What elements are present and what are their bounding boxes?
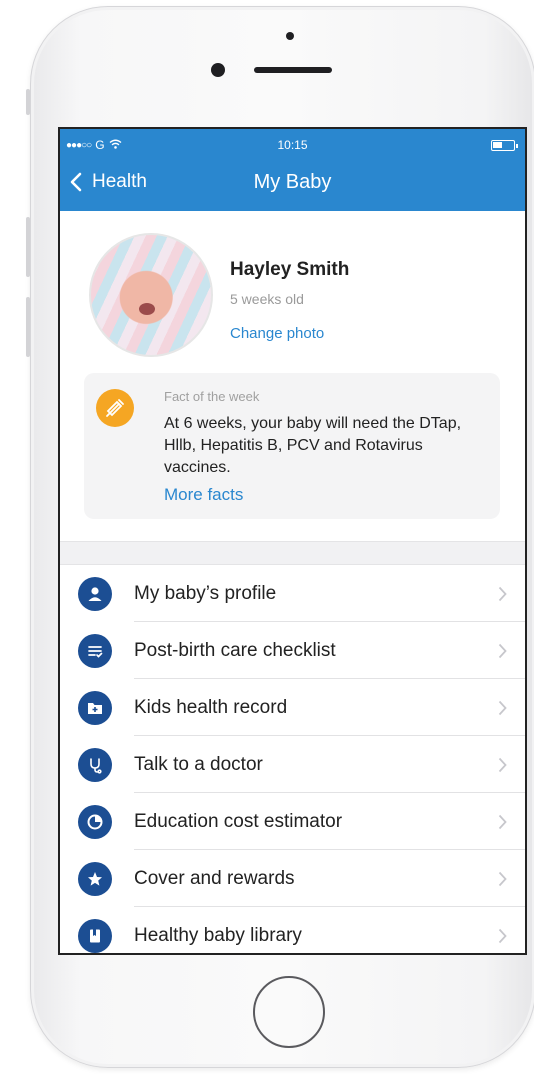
person-icon [78, 576, 112, 611]
syringe-icon [96, 389, 134, 427]
app-screen: ●●●○○ G 10:15 Health My Baby Hayley Smit… [58, 127, 527, 955]
battery-icon [491, 140, 518, 151]
menu-item-checklist[interactable]: Post-birth care checklist [60, 622, 525, 679]
page-title: My Baby [253, 171, 332, 193]
volume-down-button [26, 297, 30, 357]
baby-photo[interactable] [89, 233, 213, 357]
chevron-right-icon [498, 757, 507, 772]
chevron-right-icon [498, 700, 507, 715]
earpiece-speaker [254, 67, 332, 73]
nav-bar: Health My Baby [60, 167, 525, 203]
chevron-right-icon [498, 586, 507, 601]
stethoscope-icon [78, 747, 112, 782]
fact-label: Fact of the week [164, 389, 260, 404]
book-icon [78, 918, 112, 953]
menu-item-label: Cover and rewards [134, 867, 295, 889]
status-time: 10:15 [277, 138, 308, 152]
volume-up-button [26, 217, 30, 277]
mute-switch [26, 89, 30, 115]
star-icon [78, 861, 112, 896]
fact-card: Fact of the week At 6 weeks, your baby w… [84, 373, 500, 519]
proximity-sensor [286, 32, 294, 40]
header-bar: ●●●○○ G 10:15 Health My Baby [60, 129, 525, 211]
menu-item-label: Healthy baby library [134, 924, 302, 946]
menu-item-label: Kids health record [134, 696, 288, 718]
chevron-right-icon [498, 643, 507, 658]
baby-age: 5 weeks old [230, 291, 304, 307]
more-facts-link[interactable]: More facts [164, 485, 243, 505]
menu-item-talk-doctor[interactable]: Talk to a doctor [60, 736, 525, 793]
menu-item-baby-profile[interactable]: My baby’s profile [60, 565, 525, 622]
home-button[interactable] [253, 976, 325, 1048]
chevron-right-icon [498, 814, 507, 829]
menu-item-label: Education cost estimator [134, 810, 343, 832]
chevron-right-icon [498, 871, 507, 886]
menu-list: My baby’s profile Post-birth care checkl… [60, 565, 525, 953]
fact-text: At 6 weeks, your baby will need the DTap… [164, 415, 462, 476]
checklist-icon [78, 633, 112, 668]
pie-chart-icon [78, 804, 112, 839]
menu-item-cover-rewards[interactable]: Cover and rewards [60, 850, 525, 907]
menu-item-label: Post-birth care checklist [134, 639, 336, 661]
front-camera [211, 63, 225, 77]
menu-item-health-record[interactable]: Kids health record [60, 679, 525, 736]
menu-item-label: My baby’s profile [134, 582, 277, 604]
menu-item-baby-library[interactable]: Healthy baby library [60, 907, 525, 953]
menu-item-education-cost[interactable]: Education cost estimator [60, 793, 525, 850]
profile-section: Hayley Smith 5 weeks old Change photo Fa… [60, 211, 525, 541]
status-bar: ●●●○○ G 10:15 [60, 135, 525, 155]
folder-plus-icon [78, 690, 112, 725]
baby-name: Hayley Smith [230, 259, 350, 280]
chevron-right-icon [498, 928, 507, 943]
section-divider [60, 541, 525, 565]
change-photo-link[interactable]: Change photo [230, 325, 324, 342]
menu-item-label: Talk to a doctor [134, 753, 263, 775]
